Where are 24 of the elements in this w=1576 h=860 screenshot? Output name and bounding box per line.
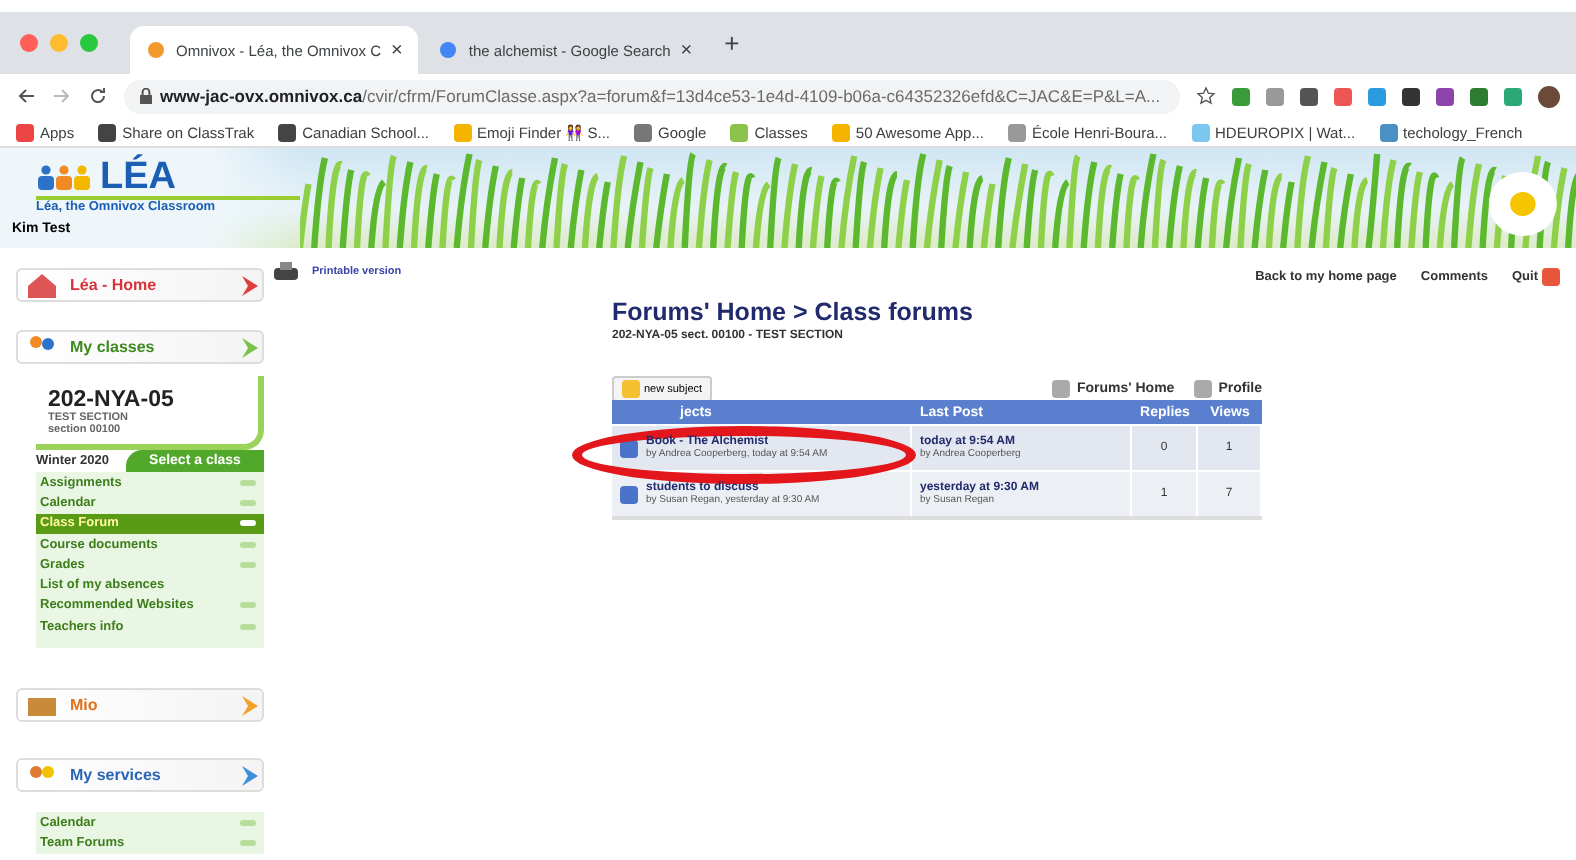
- new-tab-button[interactable]: +: [724, 28, 740, 58]
- close-window-dot[interactable]: [20, 34, 38, 52]
- class-code: 202-NYA-05: [48, 388, 176, 412]
- my-classes-header: My classes: [16, 330, 264, 364]
- back-icon[interactable]: [16, 86, 36, 106]
- star-icon[interactable]: [1196, 86, 1216, 106]
- profile-avatar[interactable]: [1538, 85, 1560, 107]
- topic-icon: [620, 485, 638, 503]
- house-icon: [26, 272, 58, 298]
- reload-icon[interactable]: [88, 86, 108, 106]
- people-logo-icon: [36, 164, 96, 192]
- chevron-icon: [238, 693, 262, 718]
- printer-icon: [272, 259, 300, 283]
- my-services-header: My services: [16, 758, 264, 793]
- maximize-window-dot[interactable]: [80, 34, 98, 52]
- lock-icon: [140, 88, 152, 104]
- chevron-icon: [238, 273, 262, 297]
- forward-icon[interactable]: [52, 86, 72, 106]
- address-bar[interactable]: www-jac-ovx.omnivox.ca/cvir/cfrm/ForumClasse.aspx?a=forum&f=13d4ce53-1e4d-4109-b06a-c64352326efd&C=JAC&E=P&L=A...: [124, 79, 1180, 113]
- minimize-window-dot[interactable]: [50, 34, 68, 52]
- chevron-icon: [238, 763, 262, 788]
- lea-home-link[interactable]: Léa - Home: [16, 268, 264, 302]
- forum-title: Forums' Home > Class forums: [612, 298, 975, 326]
- chevron-icon: [238, 335, 262, 359]
